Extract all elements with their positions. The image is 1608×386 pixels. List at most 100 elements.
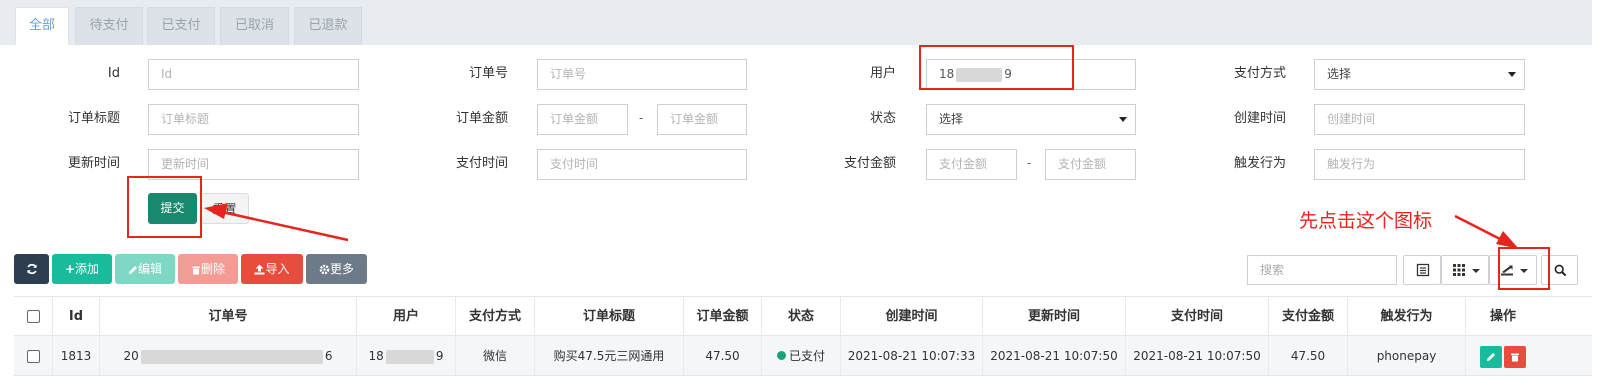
column-header[interactable]: 支付时间 — [1125, 297, 1268, 337]
column-header: 操作 — [1465, 297, 1540, 337]
search-icon — [1554, 264, 1567, 277]
order-title-label: 订单标题 — [67, 111, 120, 126]
pay-method-select[interactable]: 选择 — [1314, 59, 1525, 90]
pencil-icon — [128, 266, 137, 274]
upload-icon — [254, 264, 265, 275]
order-amount-to-input[interactable]: 订单金额 — [657, 104, 747, 135]
cell-pay-amount: 47.50 — [1268, 336, 1347, 376]
delete-label: 删除 — [200, 262, 225, 276]
toggle-view-button[interactable] — [1403, 255, 1441, 285]
row-edit-button[interactable] — [1480, 345, 1502, 368]
list-view-icon — [1416, 263, 1430, 277]
cell-pay-method[interactable]: 微信 — [455, 336, 534, 376]
cell-update-time: 2021-08-21 10:07:50 — [982, 336, 1125, 376]
column-header[interactable]: 支付方式 — [455, 297, 534, 337]
pay-time-label: 支付时间 — [455, 156, 508, 171]
range-separator: - — [1027, 156, 1032, 170]
refresh-button[interactable] — [14, 254, 49, 284]
user-suffix: 9 — [435, 349, 444, 363]
status-dot-icon — [776, 351, 786, 360]
order-no-input[interactable]: 订单号 — [537, 59, 747, 90]
refresh-icon — [26, 263, 37, 275]
user-prefix: 18 — [368, 349, 384, 363]
cell-pay-time: 2021-08-21 10:07:50 — [1125, 336, 1268, 376]
id-input[interactable]: Id — [148, 59, 359, 90]
gear-icon — [319, 264, 330, 275]
pay-amount-to-input[interactable]: 支付金额 — [1045, 149, 1136, 180]
column-header[interactable]: 订单号 — [99, 297, 356, 337]
checkbox[interactable] — [26, 350, 40, 363]
user-label: 用户 — [869, 66, 896, 81]
more-button[interactable]: 更多 — [306, 254, 367, 284]
annotation-text: 先点击这个图标 — [1299, 210, 1433, 232]
order-no-label: 订单号 — [468, 66, 508, 81]
arrow-to-search — [1454, 214, 1503, 242]
order-amount-label: 订单金额 — [455, 111, 508, 126]
columns-button[interactable] — [1441, 255, 1489, 285]
range-separator: - — [639, 111, 644, 125]
order-no-suffix: 6 — [324, 349, 333, 363]
status-text: 已支付 — [788, 349, 825, 363]
tab-paid[interactable]: 已支付 — [147, 7, 215, 45]
pencil-icon — [1487, 352, 1495, 361]
trash-icon — [1511, 353, 1519, 361]
column-header[interactable]: Id — [52, 297, 99, 337]
edit-label: 编辑 — [137, 262, 162, 276]
cell-amount: 47.50 — [683, 336, 761, 376]
order-no-prefix: 20 — [123, 349, 139, 363]
tab-cancelled[interactable]: 已取消 — [220, 7, 289, 45]
column-header[interactable]: 创建时间 — [840, 297, 982, 337]
id-label: Id — [107, 66, 120, 81]
trigger-label: 触发行为 — [1233, 156, 1286, 171]
chevron-down-icon — [1508, 72, 1516, 77]
order-amount-from-input[interactable]: 订单金额 — [537, 104, 628, 135]
search-button-highlight — [1498, 247, 1550, 290]
status-select[interactable]: 选择 — [926, 104, 1136, 135]
table-row[interactable]: 1813 20 6 18 9 微信 购买47.5元三网通用 47.50 已支付 20… — [14, 336, 1592, 376]
row-delete-button[interactable] — [1504, 345, 1526, 368]
tab-refunded[interactable]: 已退款 — [294, 7, 362, 45]
create-time-input[interactable]: 创建时间 — [1314, 104, 1525, 135]
update-time-label: 更新时间 — [67, 156, 120, 171]
cell-title: 购买47.5元三网通用 — [534, 336, 683, 376]
column-header[interactable]: 更新时间 — [982, 297, 1125, 337]
page: 全部 待支付 已支付 已取消 已退款 Id Id 订单号 订单号 用户 18 9 … — [0, 0, 1608, 386]
column-header[interactable]: 用户 — [356, 297, 455, 337]
tab-all[interactable]: 全部 — [15, 7, 69, 45]
edit-button[interactable]: 编辑 — [115, 254, 175, 284]
checkbox[interactable] — [26, 310, 40, 323]
select-all-checkbox[interactable] — [14, 297, 52, 337]
status-label: 状态 — [869, 111, 896, 126]
add-button[interactable]: +添加 — [52, 254, 112, 284]
order-title-input[interactable]: 订单标题 — [148, 104, 359, 135]
pay-method-label: 支付方式 — [1233, 66, 1286, 81]
column-header[interactable]: 订单金额 — [683, 297, 761, 337]
create-time-label: 创建时间 — [1233, 111, 1286, 126]
delete-button[interactable]: 删除 — [178, 254, 238, 284]
column-header[interactable]: 触发行为 — [1347, 297, 1465, 337]
pay-amount-label: 支付金额 — [843, 156, 896, 171]
tab-bar: 全部 待支付 已支付 已取消 已退款 — [0, 0, 1592, 45]
trash-icon — [191, 266, 200, 275]
pay-time-input[interactable]: 支付时间 — [537, 149, 747, 180]
table-header: Id 订单号 用户 支付方式 订单标题 订单金额 状态 创建时间 更新时间 支付… — [14, 296, 1592, 337]
pay-amount-from-input[interactable]: 支付金额 — [926, 149, 1017, 180]
chevron-down-icon — [1119, 117, 1127, 122]
tab-pending-payment[interactable]: 待支付 — [75, 7, 143, 45]
column-header[interactable]: 状态 — [761, 297, 840, 337]
redacted-blur — [385, 349, 434, 364]
column-header[interactable]: 订单标题 — [534, 297, 683, 337]
user-field-highlight — [919, 45, 1074, 90]
trigger-input[interactable]: 触发行为 — [1314, 149, 1525, 180]
import-label: 导入 — [265, 262, 290, 276]
search-input[interactable]: 搜索 — [1247, 255, 1397, 285]
row-checkbox-cell[interactable] — [14, 336, 52, 376]
column-header[interactable]: 支付金额 — [1268, 297, 1347, 337]
cell-status[interactable]: 已支付 — [761, 336, 840, 376]
import-button[interactable]: 导入 — [241, 254, 303, 284]
plus-icon: + — [64, 262, 76, 276]
reset-button[interactable]: 重置 — [200, 193, 249, 224]
cell-create-time: 2021-08-21 10:07:33 — [840, 336, 982, 376]
pay-method-value: 选择 — [1327, 67, 1352, 81]
more-label: 更多 — [329, 262, 354, 276]
